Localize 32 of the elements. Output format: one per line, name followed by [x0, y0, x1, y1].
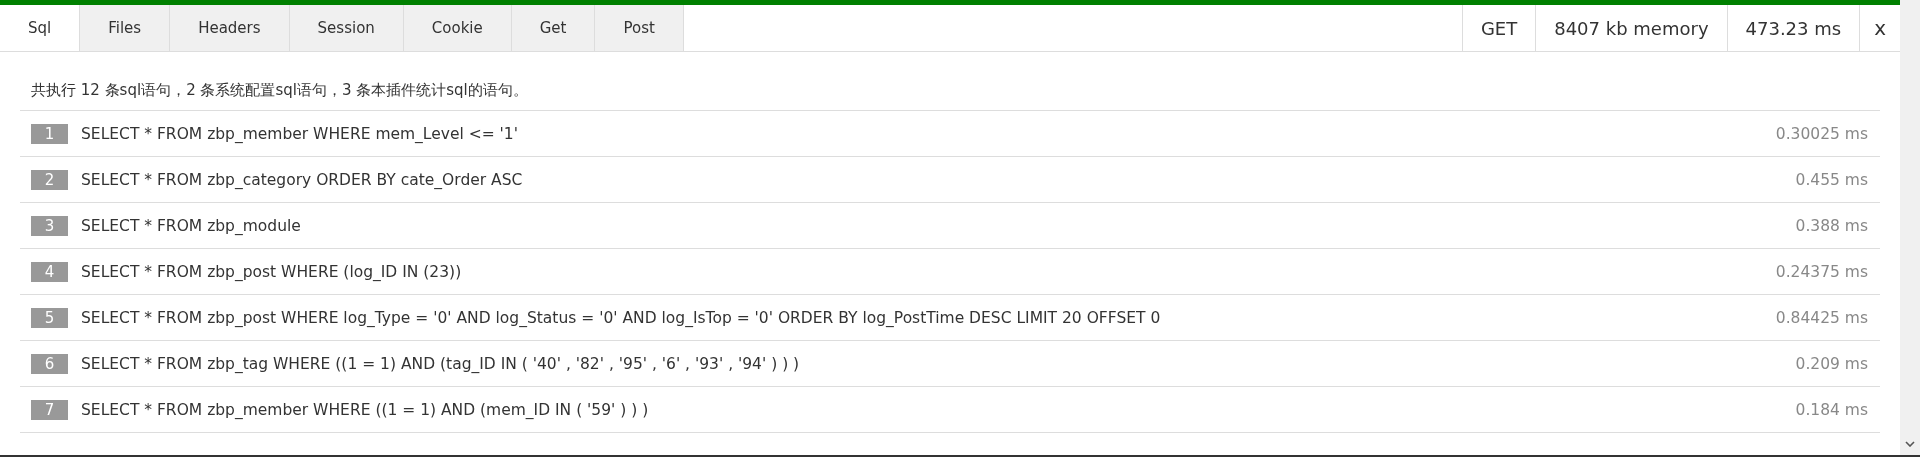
query-time: 0.455 ms: [1795, 170, 1868, 189]
query-time: 0.388 ms: [1795, 216, 1868, 235]
sql-query: SELECT * FROM zbp_module: [81, 216, 302, 235]
sql-query: SELECT * FROM zbp_category ORDER BY cate_Order ASC: [81, 170, 524, 189]
sql-query: SELECT * FROM zbp_post WHERE (log_ID IN (23)): [81, 262, 463, 281]
tab[interactable]: Cookie: [403, 5, 512, 51]
query-time: 0.84425 ms: [1775, 308, 1868, 327]
tab[interactable]: Session: [289, 5, 404, 51]
index-badge: 3: [31, 215, 68, 236]
summary-text: 共执行 12 条sql语句，2 条系统配置sql语句，3 条本插件统计sql的语句。: [20, 52, 1880, 111]
index-badge: 5: [31, 307, 68, 328]
index-badge: 4: [31, 261, 68, 282]
chevron-down-icon[interactable]: [1905, 441, 1915, 447]
sql-query: SELECT * FROM zbp_post WHERE log_Type = '0' AND log_Status = '0' AND log_IsTop = '0' ORDER BY log_PostTime DESC LIMIT 20 OFFSET 0: [81, 308, 1162, 327]
stat-label: 8407 kb memory: [1535, 5, 1727, 51]
index-badge: 1: [31, 123, 68, 144]
index-badge: 2: [31, 169, 68, 190]
query-time: 0.184 ms: [1795, 400, 1868, 419]
tab[interactable]: Files: [80, 5, 171, 51]
index-badge: 6: [31, 353, 68, 374]
stat-label: GET: [1461, 5, 1536, 51]
sql-query: SELECT * FROM zbp_tag WHERE ((1 = 1) AND (tag_ID IN ( '40' , '82' , '95' , '6' , '93' , '94' ) ) ): [81, 354, 801, 373]
tab[interactable]: Headers: [170, 5, 290, 51]
index-badge: 7: [31, 399, 68, 420]
query-time: 0.24375 ms: [1775, 262, 1868, 281]
query-time: 0.30025 ms: [1775, 124, 1868, 143]
sql-query: SELECT * FROM zbp_member WHERE ((1 = 1) AND (mem_ID IN ( '59' ) ) ): [81, 400, 650, 419]
sql-query: SELECT * FROM zbp_member WHERE mem_Level <= '1': [81, 124, 519, 143]
tab[interactable]: Post: [595, 5, 684, 51]
scrollbar[interactable]: [1900, 0, 1920, 455]
tab[interactable]: Get: [511, 5, 596, 51]
query-time: 0.209 ms: [1795, 354, 1868, 373]
